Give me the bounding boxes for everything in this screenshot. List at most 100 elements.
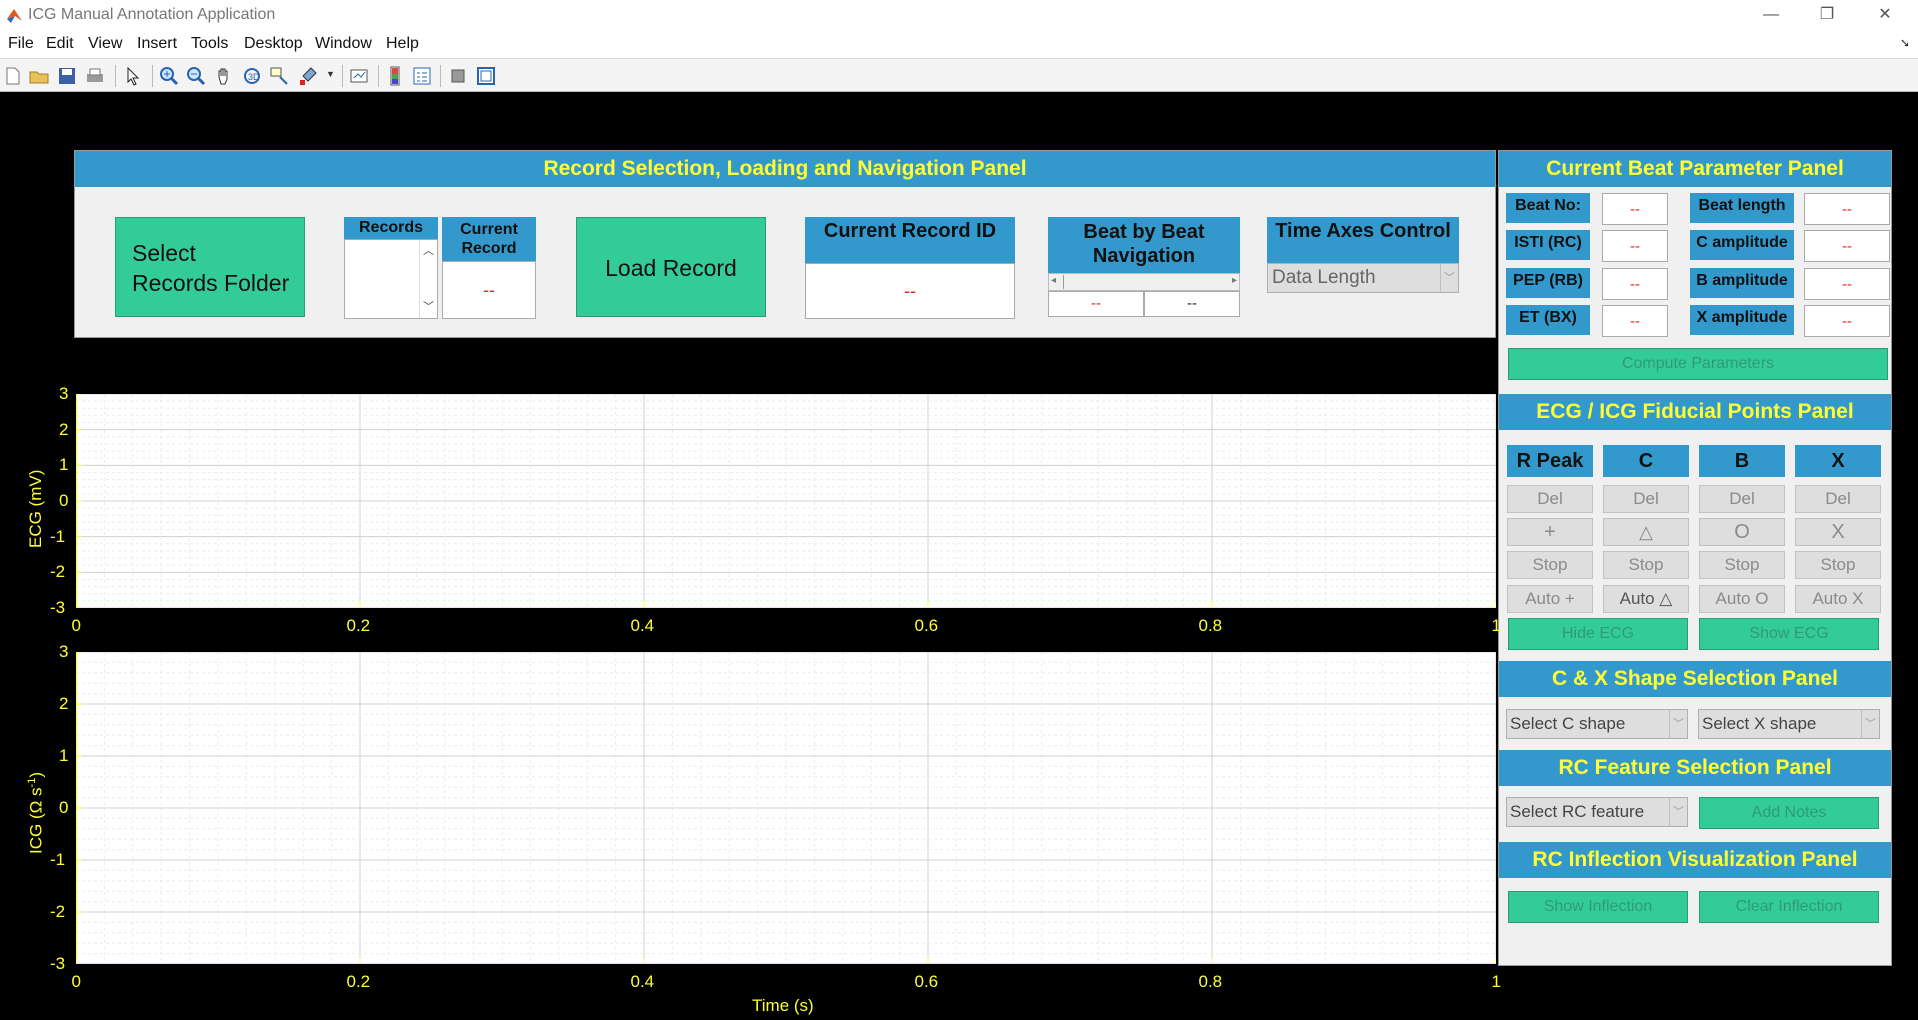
slider-right-arrow-icon[interactable]: ▸ — [1232, 275, 1237, 286]
scroll-down-icon[interactable]: ﹀ — [420, 298, 437, 314]
c-shape-value: Select C shape — [1510, 714, 1626, 733]
c-header: C — [1603, 445, 1689, 477]
b-stop-button[interactable]: Stop — [1699, 551, 1785, 579]
c-shape-dropdown[interactable]: Select C shape ﹀ — [1506, 709, 1688, 739]
open-folder-icon[interactable] — [28, 65, 50, 87]
menu-insert[interactable]: Insert — [137, 35, 177, 53]
b-mark-button[interactable]: O — [1699, 518, 1785, 546]
ecg-ytick-label: -1 — [50, 526, 66, 546]
toolbar: 3D ▼ — [0, 58, 1918, 92]
minimize-button[interactable]: — — [1748, 2, 1794, 28]
hide-plot-tools-icon[interactable] — [447, 65, 469, 87]
rc-inflection-panel-title: RC Inflection Visualization Panel — [1499, 842, 1891, 878]
save-icon[interactable] — [56, 65, 78, 87]
icg-ylabel-end: ) — [26, 772, 46, 778]
icg-xlabel: Time (s) — [752, 996, 814, 1015]
load-record-button[interactable]: Load Record — [576, 217, 766, 317]
ecg-xtick-label: 0 — [71, 616, 81, 635]
c-amplitude-label: C amplitude — [1690, 230, 1794, 260]
ecg-xtick-label: 1 — [1491, 616, 1501, 635]
clear-inflection-button[interactable]: Clear Inflection — [1699, 891, 1879, 923]
x-amplitude-label: X amplitude — [1690, 305, 1794, 335]
pep-rb-label: PEP (RB) — [1506, 268, 1590, 298]
ecg-plot-area[interactable] — [76, 394, 1496, 608]
beat-navigation-label: Beat by Beat Navigation — [1048, 217, 1240, 273]
b-del-button[interactable]: Del — [1699, 485, 1785, 513]
x-shape-dropdown[interactable]: Select X shape ﹀ — [1698, 709, 1880, 739]
r-peak-stop-button[interactable]: Stop — [1507, 551, 1593, 579]
new-file-icon[interactable] — [2, 65, 24, 87]
colorbar-icon[interactable] — [384, 65, 406, 87]
menu-file[interactable]: File — [8, 35, 34, 53]
show-plot-tools-icon[interactable] — [475, 65, 497, 87]
x-auto-button[interactable]: Auto X — [1795, 585, 1881, 613]
icg-plot-area[interactable] — [76, 652, 1496, 964]
menu-window[interactable]: Window — [315, 35, 372, 53]
close-button[interactable]: ✕ — [1862, 2, 1908, 28]
brush-dropdown-icon[interactable]: ▼ — [326, 69, 335, 79]
menu-help[interactable]: Help — [386, 35, 419, 53]
x-amplitude-value: -- — [1804, 305, 1890, 337]
matlab-logo-icon — [7, 9, 22, 23]
r-peak-del-button[interactable]: Del — [1507, 485, 1593, 513]
slider-thumb[interactable] — [1063, 275, 1064, 289]
zoom-in-icon[interactable] — [158, 65, 180, 87]
menu-desktop[interactable]: Desktop — [244, 35, 303, 53]
slider-left-arrow-icon[interactable]: ◂ — [1051, 275, 1056, 286]
ecg-xtick-label: 0.6 — [914, 616, 939, 635]
brush-icon[interactable] — [297, 65, 319, 87]
ecg-ytick-label: 0 — [59, 491, 69, 510]
add-notes-button[interactable]: Add Notes — [1699, 797, 1879, 829]
x-mark-button[interactable]: X — [1795, 518, 1881, 546]
current-record-value: -- — [442, 261, 536, 319]
show-ecg-button[interactable]: Show ECG — [1699, 618, 1879, 650]
records-scrollbar[interactable]: ︿ ﹀ — [419, 240, 437, 318]
pointer-icon[interactable] — [122, 65, 144, 87]
beat-navigation-slider[interactable]: ◂ ▸ — [1048, 273, 1240, 291]
icg-ylabel-text: ICG (Ω s — [26, 787, 46, 854]
time-axes-dropdown[interactable]: Data Length ﹀ — [1267, 263, 1459, 293]
x-stop-button[interactable]: Stop — [1795, 551, 1881, 579]
menu-tools[interactable]: Tools — [191, 35, 228, 53]
x-del-button[interactable]: Del — [1795, 485, 1881, 513]
select-folder-line1: Select — [132, 240, 196, 266]
c-mark-button[interactable]: △ — [1603, 518, 1689, 546]
chevron-down-icon: ﹀ — [1861, 710, 1879, 738]
icg-xtick-label: 0.4 — [630, 972, 655, 991]
records-listbox[interactable]: ︿ ﹀ — [344, 239, 438, 319]
c-del-button[interactable]: Del — [1603, 485, 1689, 513]
r-peak-auto-button[interactable]: Auto + — [1507, 585, 1593, 613]
hide-ecg-button[interactable]: Hide ECG — [1508, 618, 1688, 650]
pan-hand-icon[interactable] — [213, 65, 235, 87]
time-axes-control-label: Time Axes Control — [1267, 217, 1459, 263]
current-record-label-line1: Current — [460, 221, 518, 238]
icg-ytick-label: 1 — [59, 746, 69, 765]
menu-edit[interactable]: Edit — [46, 35, 74, 53]
select-records-folder-button[interactable]: Select Records Folder — [115, 217, 305, 317]
legend-icon[interactable] — [411, 65, 433, 87]
dock-arrow-icon[interactable]: ➘ — [1900, 36, 1910, 50]
zoom-out-icon[interactable] — [185, 65, 207, 87]
menu-view[interactable]: View — [88, 35, 122, 53]
c-auto-button[interactable]: Auto △ — [1603, 585, 1689, 613]
c-stop-button[interactable]: Stop — [1603, 551, 1689, 579]
show-inflection-button[interactable]: Show Inflection — [1508, 891, 1688, 923]
r-peak-mark-button[interactable]: + — [1507, 518, 1593, 546]
link-plot-icon[interactable] — [348, 65, 370, 87]
beat-length-label: Beat length — [1690, 193, 1794, 223]
compute-parameters-button[interactable]: Compute Parameters — [1508, 348, 1888, 380]
fiducial-panel-title: ECG / ICG Fiducial Points Panel — [1499, 394, 1891, 430]
et-bx-label: ET (BX) — [1506, 305, 1590, 335]
print-icon[interactable] — [84, 65, 106, 87]
ecg-xtick-label: 0.4 — [630, 616, 655, 635]
rotate-3d-icon[interactable]: 3D — [241, 65, 263, 87]
data-cursor-icon[interactable] — [268, 65, 290, 87]
scroll-up-icon[interactable]: ︿ — [420, 242, 437, 258]
ecg-ylabel: ECG (mV) — [26, 469, 45, 548]
restore-button[interactable]: ❐ — [1804, 2, 1850, 28]
icg-xtick-label: 0 — [71, 972, 81, 991]
b-auto-button[interactable]: Auto O — [1699, 585, 1785, 613]
record-panel-title: Record Selection, Loading and Navigation… — [75, 151, 1495, 187]
icg-ytick-label: 0 — [59, 798, 69, 817]
rc-feature-dropdown[interactable]: Select RC feature ﹀ — [1506, 797, 1688, 827]
